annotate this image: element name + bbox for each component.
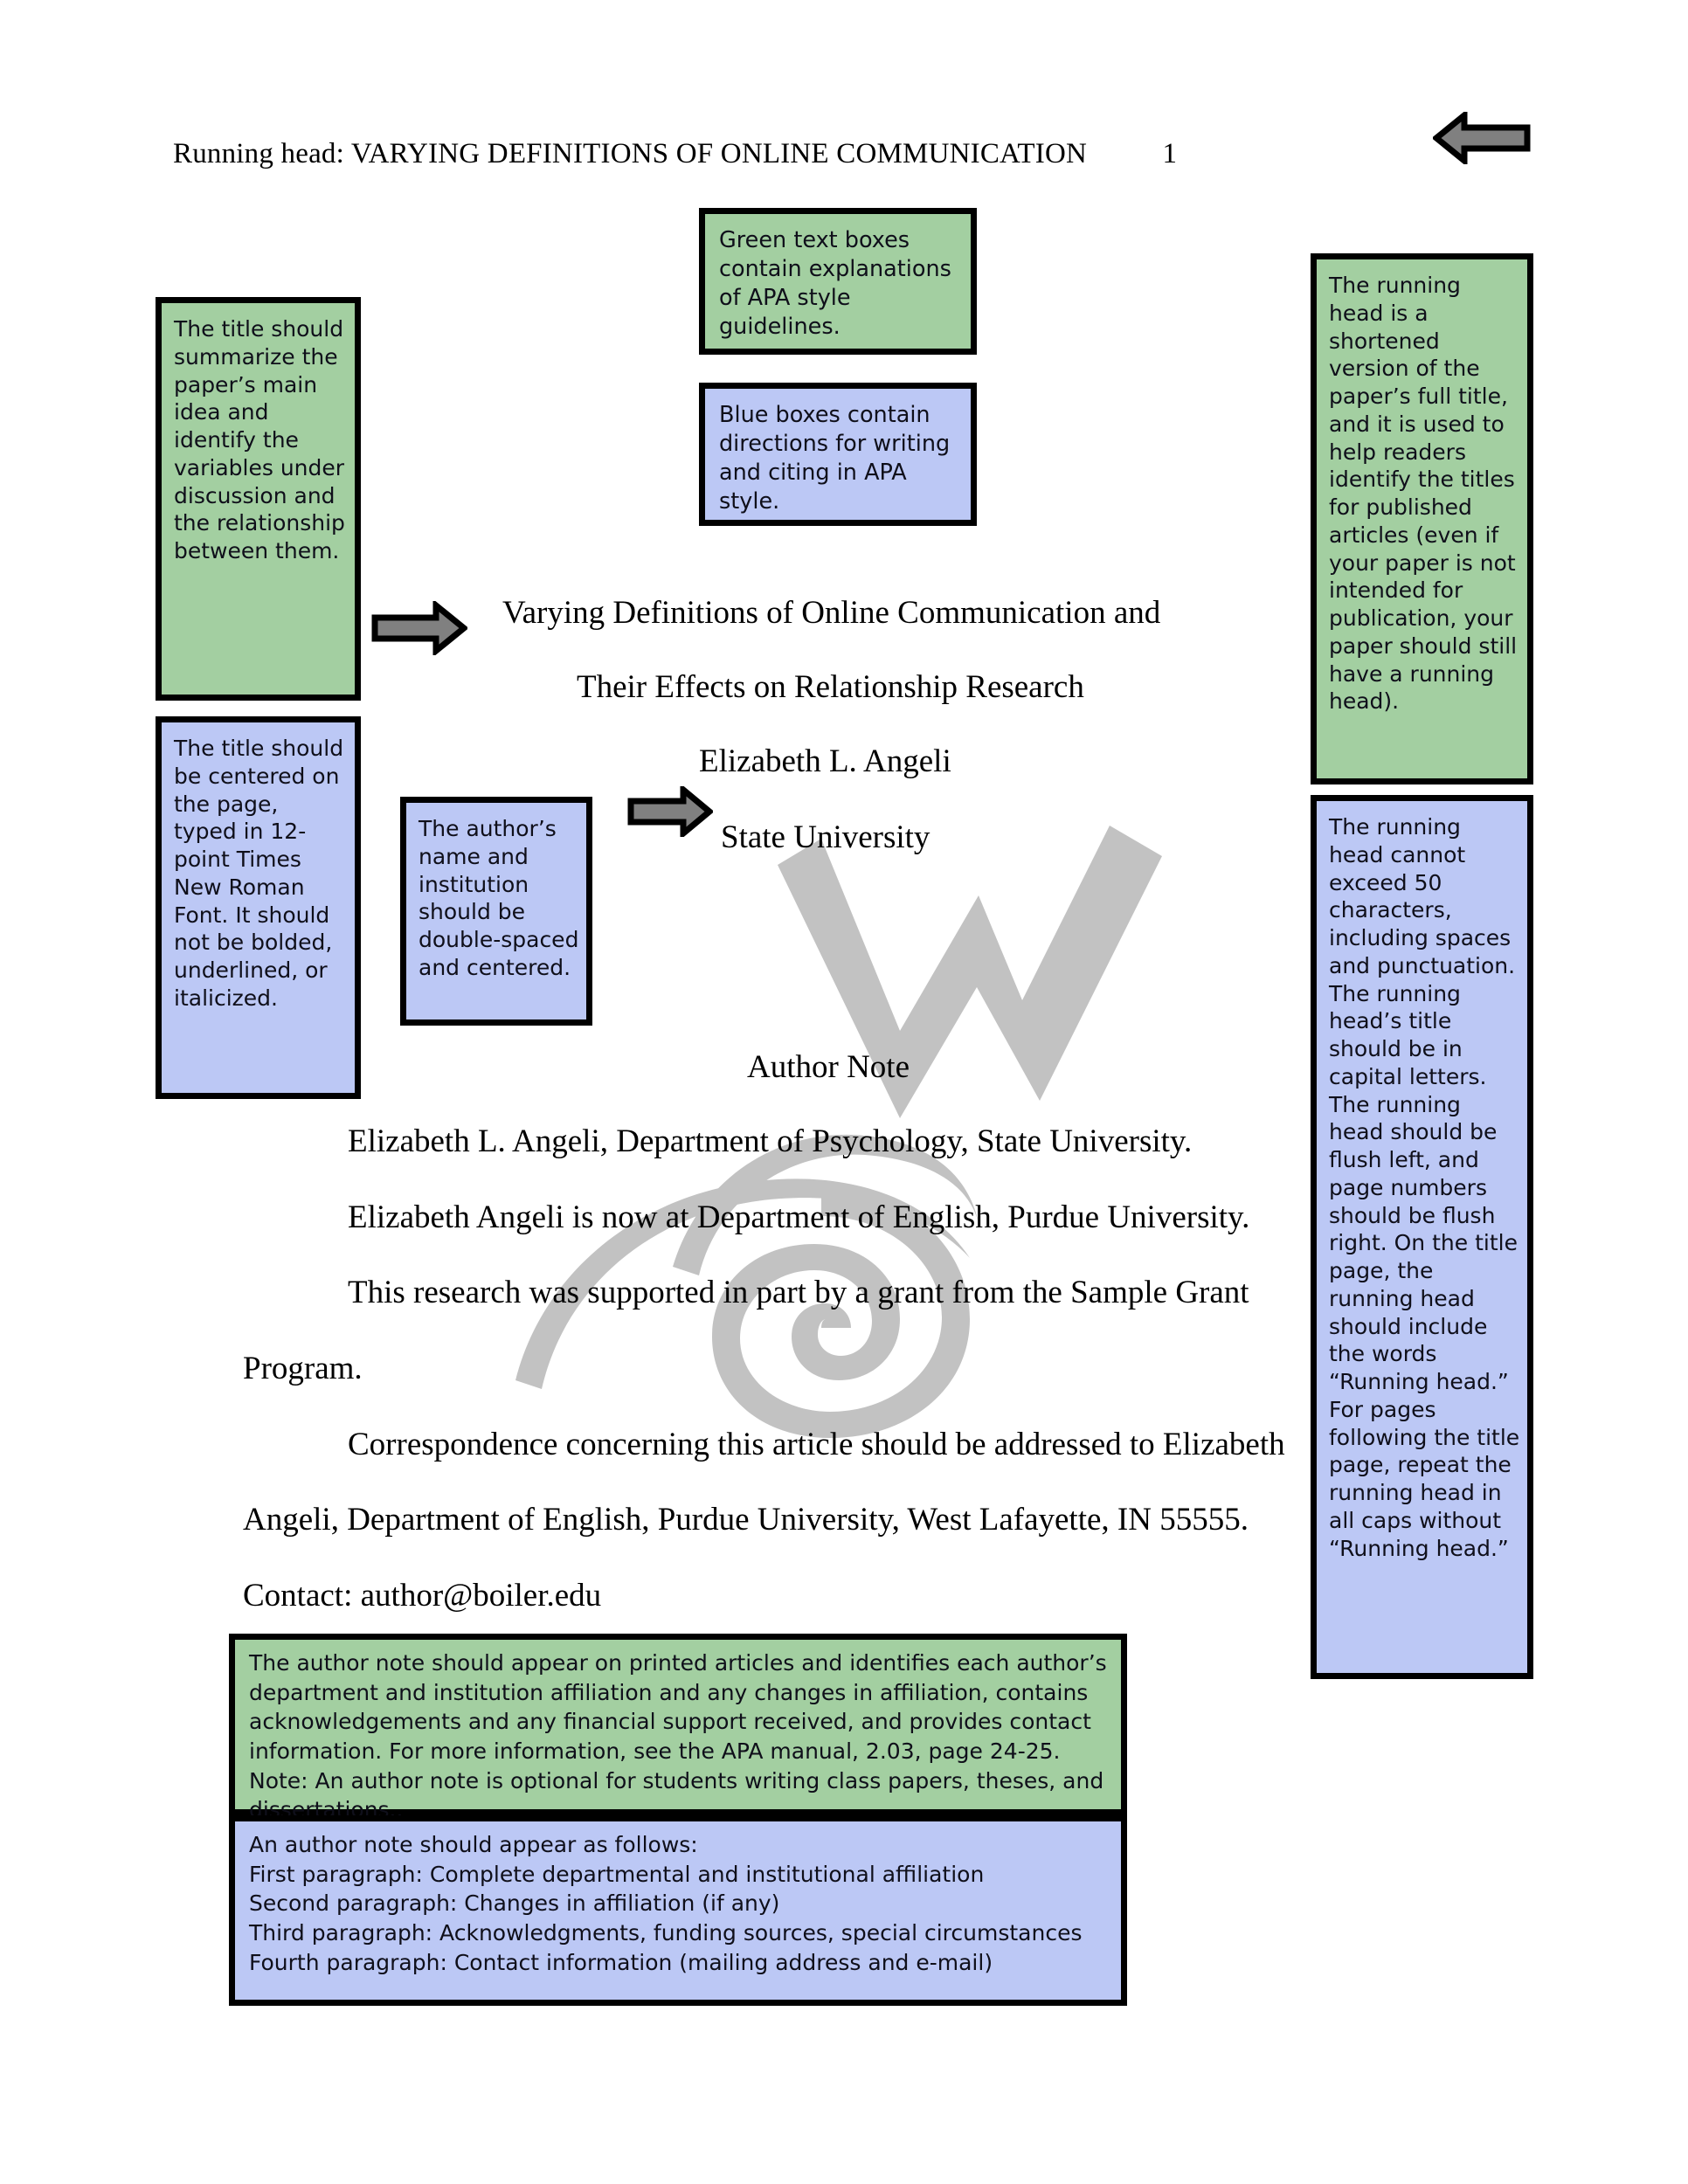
callout-running-head-rules: The running head cannot exceed 50 charac… bbox=[1311, 795, 1533, 1679]
callout-author-note-explain: The author note should appear on printed… bbox=[229, 1634, 1127, 1822]
page-number: 1 bbox=[1162, 138, 1178, 169]
callout-author-note-structure-text: An author note should appear as follows:… bbox=[249, 1832, 1083, 1975]
callout-title-summary-text: The title should summarize the paper’s m… bbox=[174, 316, 345, 563]
callout-running-head-rules-text: The running head cannot exceed 50 charac… bbox=[1329, 814, 1520, 1561]
author-note-paragraph-3-line-2: Program. bbox=[243, 1351, 363, 1386]
callout-author-name-format: The author’s name and institution should… bbox=[400, 797, 592, 1026]
author-note-paragraph-1: Elizabeth L. Angeli, Department of Psych… bbox=[348, 1123, 1193, 1159]
legend-green-box: Green text boxes contain explanations of… bbox=[699, 208, 977, 355]
callout-running-head-explain-text: The running head is a shortened version … bbox=[1329, 273, 1518, 715]
document-page: Running head: VARYING DEFINITIONS OF ONL… bbox=[0, 0, 1688, 2184]
arrow-to-title-icon bbox=[371, 598, 469, 658]
callout-title-summary: The title should summarize the paper’s m… bbox=[156, 297, 361, 701]
author-note-paragraph-4-line-2: Angeli, Department of English, Purdue Un… bbox=[243, 1502, 1249, 1538]
author-note-paragraph-4-line-1: Correspondence concerning this article s… bbox=[348, 1427, 1285, 1462]
callout-author-note-explain-text: The author note should appear on printed… bbox=[249, 1650, 1107, 1823]
author-note-heading: Author Note bbox=[747, 1049, 910, 1085]
legend-blue-box: Blue boxes contain directions for writin… bbox=[699, 383, 977, 526]
running-head-title: VARYING DEFINITIONS OF ONLINE COMMUNICAT… bbox=[350, 138, 1088, 169]
callout-title-format-text: The title should be centered on the page… bbox=[174, 736, 344, 1011]
author-note-paragraph-2: Elizabeth Angeli is now at Department of… bbox=[348, 1199, 1250, 1235]
left-arrow-icon bbox=[1431, 108, 1531, 168]
arrow-to-author-icon bbox=[627, 783, 715, 840]
paper-title-line-2: Their Effects on Relationship Research bbox=[577, 669, 1084, 705]
running-head-line: Running head: VARYING DEFINITIONS OF ONL… bbox=[173, 138, 1177, 170]
paper-institution: State University bbox=[721, 819, 930, 855]
legend-green-text: Green text boxes contain explanations of… bbox=[719, 227, 951, 341]
legend-blue-text: Blue boxes contain directions for writin… bbox=[719, 402, 951, 515]
paper-title-line-1: Varying Definitions of Online Communicat… bbox=[502, 595, 1161, 631]
paper-author-name: Elizabeth L. Angeli bbox=[699, 743, 951, 779]
author-note-contact: Contact: author@boiler.edu bbox=[243, 1578, 602, 1614]
callout-title-format: The title should be centered on the page… bbox=[156, 716, 361, 1099]
running-head-label: Running head: bbox=[173, 138, 344, 169]
callout-running-head-explain: The running head is a shortened version … bbox=[1311, 253, 1533, 784]
callout-author-name-format-text: The author’s name and institution should… bbox=[419, 816, 579, 980]
callout-author-note-structure: An author note should appear as follows:… bbox=[229, 1815, 1127, 2006]
author-note-paragraph-3-line-1: This research was supported in part by a… bbox=[348, 1275, 1249, 1310]
